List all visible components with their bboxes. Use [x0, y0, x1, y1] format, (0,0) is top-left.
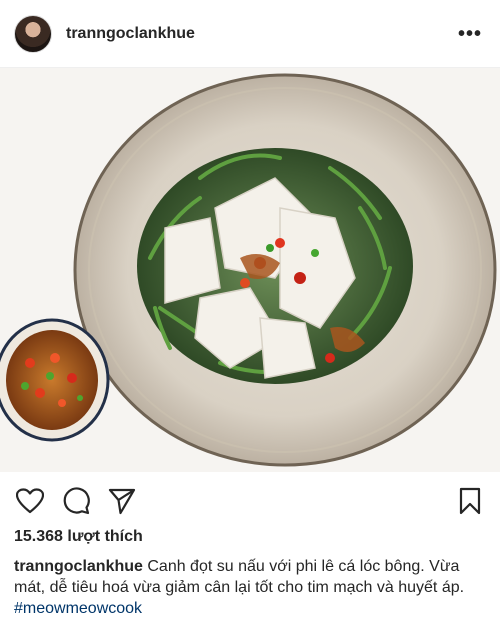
like-button[interactable] — [14, 485, 46, 517]
post-image[interactable] — [0, 68, 500, 472]
heart-icon — [16, 488, 44, 514]
share-button[interactable] — [106, 485, 138, 517]
post-header: tranngoclankhue ••• — [0, 0, 500, 68]
bookmark-icon — [459, 487, 481, 515]
caption-username[interactable]: tranngoclankhue — [14, 558, 143, 575]
food-photo — [0, 73, 497, 467]
more-options-icon[interactable]: ••• — [454, 20, 486, 48]
comment-button[interactable] — [60, 485, 92, 517]
save-button[interactable] — [454, 485, 486, 517]
post-caption: tranngoclankhue Canh đọt su nấu với phi … — [14, 556, 490, 617]
avatar[interactable] — [14, 14, 52, 53]
header-username[interactable]: tranngoclankhue — [66, 25, 195, 43]
post-actions — [0, 482, 500, 520]
share-icon — [108, 488, 136, 515]
hashtag-link[interactable]: #meowmeowcook — [14, 600, 142, 617]
comment-icon — [63, 487, 90, 515]
like-count[interactable]: 15.368 lượt thích — [14, 528, 143, 546]
